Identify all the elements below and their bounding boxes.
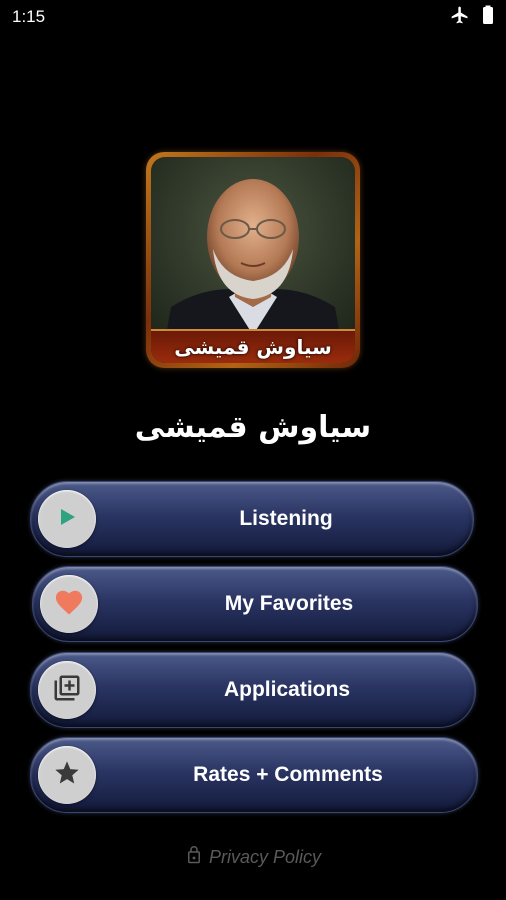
status-time: 1:15 [12, 7, 46, 26]
favorites-icon-circle [40, 575, 98, 633]
play-icon [56, 506, 78, 532]
app-title: سیاوش قمیشی [134, 410, 372, 445]
status-bar: 1:15 [0, 0, 506, 34]
listening-label: Listening [239, 507, 333, 530]
privacy-policy-link[interactable]: Privacy Policy [0, 844, 506, 871]
listening-button[interactable]: Listening [30, 481, 474, 557]
add-library-icon [52, 673, 82, 707]
airplane-mode-icon [450, 5, 470, 29]
album-cover: سیاوش قمیشی [146, 152, 360, 368]
rates-comments-button[interactable]: Rates + Comments [30, 737, 478, 813]
rates-icon-circle [38, 746, 96, 804]
my-favorites-label: My Favorites [224, 592, 354, 615]
my-favorites-button[interactable]: My Favorites [32, 566, 478, 642]
applications-label: Applications [223, 678, 350, 701]
applications-button[interactable]: Applications [30, 652, 476, 728]
battery-icon [482, 5, 494, 29]
cover-portrait: سیاوش قمیشی [151, 157, 355, 363]
listening-icon-circle [38, 490, 96, 548]
applications-icon-circle [38, 661, 96, 719]
lock-icon [185, 844, 203, 871]
rates-comments-label: Rates + Comments [193, 763, 383, 786]
privacy-policy-label: Privacy Policy [208, 847, 322, 867]
cover-banner-text: سیاوش قمیشی [151, 329, 355, 363]
heart-icon [54, 588, 84, 620]
star-icon [53, 759, 81, 791]
status-icons [450, 5, 494, 29]
